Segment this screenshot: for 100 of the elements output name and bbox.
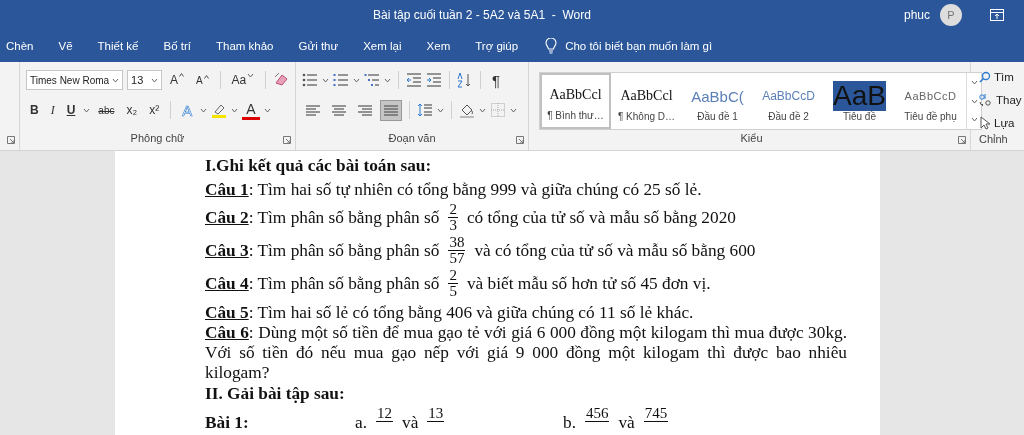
align-justify-icon bbox=[383, 102, 399, 118]
item-letter: b. bbox=[563, 412, 576, 433]
question-text: Câu 5: Tìm hai số lẻ có tổng bằng 406 và giữa chúng có 11 số lẻ khác. bbox=[205, 301, 694, 323]
decrease-indent-icon[interactable] bbox=[406, 72, 422, 88]
format-button[interactable]: abc bbox=[94, 104, 119, 116]
paint-bucket-icon[interactable] bbox=[459, 102, 475, 118]
increase-indent-icon[interactable] bbox=[426, 72, 442, 88]
style-preset[interactable]: AaBbCcD Tiêu đề phụ bbox=[895, 73, 966, 129]
search-icon bbox=[979, 70, 991, 83]
font-name-dropdown[interactable]: Times New Roma bbox=[26, 70, 124, 90]
ribbon-tab[interactable]: Trợ giúp bbox=[475, 36, 519, 56]
eraser-icon[interactable] bbox=[273, 72, 289, 88]
conjunction: và bbox=[618, 412, 635, 433]
editing-command[interactable]: Thay bbox=[979, 89, 1024, 110]
fraction: 2 3 bbox=[448, 202, 458, 233]
question-text: Câu 2: Tìm phân số bằng phân số bbox=[205, 207, 440, 228]
align-left-icon bbox=[305, 102, 321, 118]
format-button[interactable]: U bbox=[62, 103, 80, 117]
ribbon-tab[interactable]: Xem lại bbox=[363, 36, 402, 56]
style-preset[interactable]: AaBbCcD Đầu đề 2 bbox=[753, 73, 824, 129]
tell-me-search[interactable]: Cho tôi biết bạn muốn làm gì bbox=[565, 40, 713, 52]
sort-icon[interactable] bbox=[457, 72, 473, 88]
multilevel-list-icon[interactable] bbox=[364, 72, 380, 88]
ribbon-tab[interactable]: Bố trí bbox=[163, 36, 191, 56]
format-button[interactable]: x² bbox=[145, 103, 164, 117]
caret-icon bbox=[263, 107, 271, 113]
item-letter: a. bbox=[355, 412, 367, 433]
dialog-launcher-icon[interactable] bbox=[283, 136, 291, 144]
caret-icon bbox=[83, 107, 91, 113]
ribbon-tab[interactable]: Gửi thư bbox=[298, 36, 339, 56]
user-avatar[interactable]: P bbox=[940, 4, 962, 26]
format-button[interactable]: B bbox=[26, 103, 43, 117]
scroll-down-icon bbox=[970, 98, 978, 104]
shrink-font-button[interactable]: A bbox=[191, 74, 213, 86]
lightbulb-icon[interactable] bbox=[545, 38, 558, 54]
dialog-launcher-icon[interactable] bbox=[958, 136, 966, 144]
style-preset[interactable]: AaBbCcl ¶ Bình thư… bbox=[540, 73, 611, 129]
fraction: 456 bbox=[584, 406, 610, 422]
conjunction: và bbox=[402, 412, 419, 433]
caret-icon bbox=[322, 77, 329, 83]
font-color-button[interactable]: A bbox=[242, 100, 260, 120]
caret-up-icon bbox=[178, 73, 184, 77]
question-text: Câu 1: Tìm hai số tự nhiên có tổng bằng 999 và giữa chúng có 25 số lẻ. bbox=[205, 178, 702, 200]
group-label: Phông chữ bbox=[129, 132, 186, 146]
section-heading: I.Ghi kết quả các bài toán sau: bbox=[205, 155, 433, 176]
editing-command[interactable]: Tìm bbox=[979, 66, 1024, 87]
ribbon-tab[interactable]: Tham khảo bbox=[216, 36, 274, 56]
caret-icon bbox=[231, 107, 239, 113]
replace-icon bbox=[979, 92, 993, 107]
dialog-launcher-icon[interactable] bbox=[516, 136, 524, 144]
dialog-launcher-icon[interactable] bbox=[7, 136, 15, 144]
change-case-button[interactable]: Aa bbox=[227, 73, 259, 87]
font-size-dropdown[interactable]: 13 bbox=[127, 70, 162, 90]
question-text: và có tổng của tử số và mẫu số bằng 600 bbox=[474, 240, 756, 261]
caret-up-icon bbox=[203, 74, 209, 79]
question-text: có tổng của tử số và mẫu số bằng 2020 bbox=[466, 207, 736, 228]
section-heading: II. Gải bài tập sau: bbox=[205, 383, 346, 404]
line-spacing-icon[interactable] bbox=[417, 102, 433, 118]
question-text: Câu 6: Dùng một số tiền để mua gạo tẻ với giá 6 000 đồng một kilogam thì mua được 30kg. Với số tiền đó nếu mua gạo nếp với giá 9 000 đồng một kilogam thì được bao nhiêu kilogam? bbox=[205, 323, 847, 383]
caret-icon bbox=[353, 77, 360, 83]
style-preset[interactable]: AaBbCcl ¶ Không D… bbox=[611, 73, 682, 129]
fraction: 12 bbox=[376, 406, 393, 422]
ribbon-tab[interactable]: Chèn bbox=[6, 36, 34, 56]
align-right-icon bbox=[357, 102, 373, 118]
question-text: Câu 4: Tìm phân số bằng phân số bbox=[205, 273, 440, 294]
caret-icon bbox=[479, 107, 486, 113]
highlighter-icon[interactable] bbox=[211, 102, 228, 118]
caret-icon bbox=[200, 107, 208, 113]
exercise-label: Bài 1: bbox=[205, 412, 250, 433]
ribbon-tab[interactable]: Vẽ bbox=[58, 36, 73, 56]
format-button[interactable]: I bbox=[46, 102, 59, 118]
bullet-list-icon[interactable] bbox=[302, 72, 318, 88]
question-text: Câu 3: Tìm phân số bằng phân số bbox=[205, 240, 440, 261]
editing-command[interactable]: Lựa bbox=[979, 112, 1024, 133]
align-center-icon bbox=[331, 102, 347, 118]
group-label: Đoạn văn bbox=[387, 132, 437, 146]
caret-icon bbox=[112, 77, 120, 83]
fraction: 2 5 bbox=[448, 268, 458, 299]
align-justify-button[interactable] bbox=[380, 99, 402, 121]
format-button[interactable]: x₂ bbox=[122, 103, 142, 117]
caret-icon bbox=[150, 77, 158, 83]
style-preset[interactable]: AaB Tiêu đề bbox=[824, 73, 895, 129]
question-text: và biết mẫu số hơn tử số 45 đơn vị. bbox=[466, 273, 711, 294]
user-name: phuc bbox=[903, 8, 930, 22]
caret-icon bbox=[437, 107, 444, 113]
style-preset[interactable]: AaBbC( Đầu đề 1 bbox=[682, 73, 753, 129]
ribbon-tab[interactable]: Xem bbox=[426, 36, 451, 56]
fraction: 38 57 bbox=[448, 235, 466, 266]
caret-icon bbox=[510, 107, 517, 113]
show-formatting-button[interactable]: ¶ bbox=[488, 71, 505, 89]
gallery-more-icon bbox=[970, 117, 978, 123]
fraction: 13 bbox=[427, 406, 445, 422]
grow-font-button[interactable]: A bbox=[165, 73, 188, 87]
group-label: Kiểu bbox=[739, 132, 764, 146]
fraction: 745 bbox=[643, 406, 669, 422]
group-label: Chỉnh bbox=[979, 133, 1008, 147]
ribbon-tab[interactable]: Thiết kế bbox=[97, 36, 139, 56]
caret-icon bbox=[384, 77, 391, 83]
ribbon-display-icon[interactable] bbox=[990, 9, 1004, 21]
numbered-list-icon[interactable] bbox=[333, 72, 349, 88]
